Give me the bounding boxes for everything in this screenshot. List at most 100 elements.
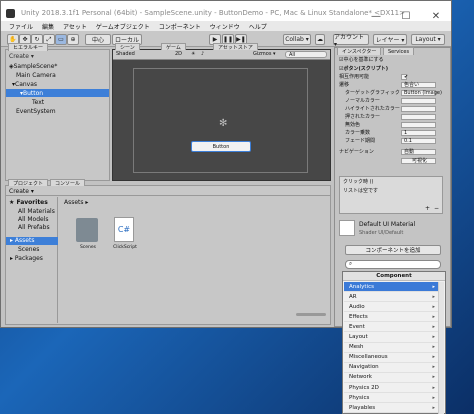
favorite-all-models[interactable]: All Models <box>18 216 49 223</box>
field-highlighted-color: ハイライトされたカラー <box>339 105 446 112</box>
popup-item-effects[interactable]: Effects ▸ <box>344 312 438 323</box>
hierarchy-item-eventsystem[interactable]: EventSystem <box>6 107 109 115</box>
popup-item-audio[interactable]: Audio ▸ <box>344 302 438 313</box>
visualize-button[interactable]: 可視化 <box>401 157 436 164</box>
material-name: Default UI Material <box>359 221 416 228</box>
scene-button-object[interactable]: Button <box>191 141 251 152</box>
popup-item-mesh[interactable]: Mesh ▸ <box>344 343 438 353</box>
menu-component[interactable]: コンポーネント <box>159 22 201 31</box>
onclick-label: クリック時 () <box>343 179 374 185</box>
menu-window[interactable]: ウィンドウ <box>210 22 240 31</box>
chevron-right-icon: ▸ <box>432 344 435 351</box>
hierarchy-item-canvas[interactable]: ▾ Canvas <box>6 80 109 88</box>
chevron-right-icon: ▸ <box>432 283 435 290</box>
project-panel: プロジェクト コンソール Create ▾ ★ Favorites All Ma… <box>5 179 331 325</box>
tab-inspector[interactable]: インスペクター <box>337 47 382 55</box>
account-dropdown[interactable]: アカウント ▾ <box>333 34 369 48</box>
popup-item-navigation[interactable]: Navigation ▸ <box>344 363 438 373</box>
audio-toggle-icon[interactable]: ♪ <box>201 51 204 57</box>
chevron-right-icon: ▸ <box>432 404 435 411</box>
material-shader[interactable]: Shader UI/Default <box>359 230 403 236</box>
field-fade-duration: フェード期間 0.1 <box>339 137 446 144</box>
menu-assets[interactable]: アセット <box>63 22 87 31</box>
2d-toggle[interactable]: 2D <box>175 51 182 57</box>
chevron-right-icon: ▸ <box>432 364 435 371</box>
project-toolbar: Create ▾ <box>6 186 330 196</box>
component-search-input[interactable]: ⌕ <box>345 260 441 269</box>
hierarchy-item-scene[interactable]: ◈ SampleScene* <box>6 62 109 70</box>
popup-item-analytics[interactable]: Analytics ▸ <box>344 282 438 293</box>
component-popup: Component Analytics ▸ AR ▸ Audio ▸ Effects ▸… <box>342 271 446 414</box>
chevron-right-icon: ▸ <box>432 374 435 381</box>
collab-dropdown[interactable]: Collab ▾ <box>283 34 311 45</box>
search-icon: ⌕ <box>349 261 353 267</box>
field-disabled-color: 無効色 <box>339 121 446 128</box>
shading-dropdown[interactable]: Shaded <box>116 51 135 57</box>
popup-item-network[interactable]: Network ▸ <box>344 373 438 383</box>
field-color-multiplier: カラー乗数 1 <box>339 129 446 136</box>
popup-scrollbar[interactable] <box>438 282 444 414</box>
hierarchy-item-main-camera[interactable]: Main Camera <box>6 71 109 79</box>
menu-bar: ファイル 編集 アセット ゲームオブジェクト コンポーネント ウィンドウ ヘルプ <box>1 21 451 31</box>
light-toggle-icon[interactable]: ☀ <box>191 51 195 57</box>
popup-item-playables[interactable]: Playables ▸ <box>344 403 438 414</box>
popup-item-layout[interactable]: Layout ▸ <box>344 333 438 343</box>
cloud-icon[interactable]: ☁ <box>315 34 325 45</box>
favorite-all-prefabs[interactable]: All Prefabs <box>18 224 50 231</box>
project-tree: ★ Favorites All Materials All Models All… <box>6 197 58 323</box>
asset-scenes-label: Scenes <box>79 245 97 250</box>
tree-scenes[interactable]: Scenes <box>18 246 39 253</box>
scene-toolbar: Shaded 2D ☀ ♪ Gizmos ▾ All <box>113 50 330 60</box>
favorite-all-materials[interactable]: All Materials <box>18 208 55 215</box>
menu-edit[interactable]: 編集 <box>42 22 54 31</box>
unity-logo-icon <box>6 9 15 18</box>
zoom-slider[interactable] <box>296 313 326 316</box>
layers-dropdown[interactable]: レイヤー ▾ <box>373 34 407 45</box>
field-target-graphic: ターゲットグラフィック Button (Image) <box>345 89 442 96</box>
visualize-row: 可視化 <box>339 157 446 164</box>
hierarchy-item-button[interactable]: ▾ Button <box>6 89 109 97</box>
popup-item-physics-2d[interactable]: Physics 2D ▸ <box>344 383 438 394</box>
menu-gameobject[interactable]: ゲームオブジェクト <box>96 22 150 31</box>
layout-dropdown[interactable]: Layout ▾ <box>411 34 445 45</box>
hierarchy-create-button[interactable]: Create ▾ <box>6 52 109 60</box>
pivot-toggle[interactable]: 中心 <box>85 34 111 45</box>
transform-tool-button[interactable]: ⊕ <box>67 34 79 45</box>
scene-search-input[interactable]: All <box>285 51 327 58</box>
popup-item-event[interactable]: Event ▸ <box>344 322 438 333</box>
field-navigation: ナビゲーション 自動 <box>339 148 446 155</box>
csharp-script-icon[interactable]: C# <box>114 217 134 242</box>
scene-view[interactable]: シーン ゲーム アセットストア Shaded 2D ☀ ♪ Gizmos ▾ A… <box>112 43 331 181</box>
project-path: Assets ▸ <box>64 199 89 206</box>
tab-hierarchy[interactable]: ヒエラルキー <box>8 43 49 51</box>
remove-listener-button[interactable]: − <box>434 205 439 212</box>
chevron-right-icon: ▸ <box>432 394 435 401</box>
project-create-button[interactable]: Create ▾ <box>9 188 34 195</box>
field-pressed-color: 押されたカラー <box>339 113 446 120</box>
add-listener-button[interactable]: + <box>425 205 430 212</box>
popup-item-physics[interactable]: Physics ▸ <box>344 393 438 404</box>
rect-tool-button[interactable]: ▭ <box>55 34 67 45</box>
material-preview-icon <box>339 220 355 236</box>
add-component-button[interactable]: コンポーネントを追加 <box>345 245 441 255</box>
chevron-right-icon: ▸ <box>432 313 435 320</box>
tree-packages[interactable]: ▸ Packages <box>10 255 43 262</box>
folder-icon[interactable] <box>76 218 98 242</box>
tab-services[interactable]: Services <box>383 47 415 55</box>
sun-gizmo-icon: ✻ <box>219 118 228 129</box>
chevron-right-icon: ▸ <box>432 323 435 330</box>
tree-assets[interactable]: ▸ Assets <box>6 237 58 245</box>
favorites-header[interactable]: ★ Favorites <box>9 199 48 206</box>
desktop-edge <box>452 0 474 414</box>
button-component-header[interactable]: ☑ ボタン(スクリプト) <box>339 65 446 73</box>
popup-item-miscellaneous[interactable]: Miscellaneous ▸ <box>344 353 438 363</box>
menu-help[interactable]: ヘルプ <box>249 22 267 31</box>
hierarchy-item-text[interactable]: Text <box>6 98 109 106</box>
hierarchy-panel: ヒエラルキー Create ▾ ◈ SampleScene* Main Came… <box>5 43 110 181</box>
chevron-right-icon: ▸ <box>432 293 435 300</box>
chevron-right-icon: ▸ <box>432 384 435 391</box>
gizmos-dropdown[interactable]: Gizmos ▾ <box>253 51 276 57</box>
field-interactable: 相互作用可能 ✔ <box>339 73 409 80</box>
menu-file[interactable]: ファイル <box>9 22 33 31</box>
popup-item-ar[interactable]: AR ▸ <box>344 292 438 303</box>
